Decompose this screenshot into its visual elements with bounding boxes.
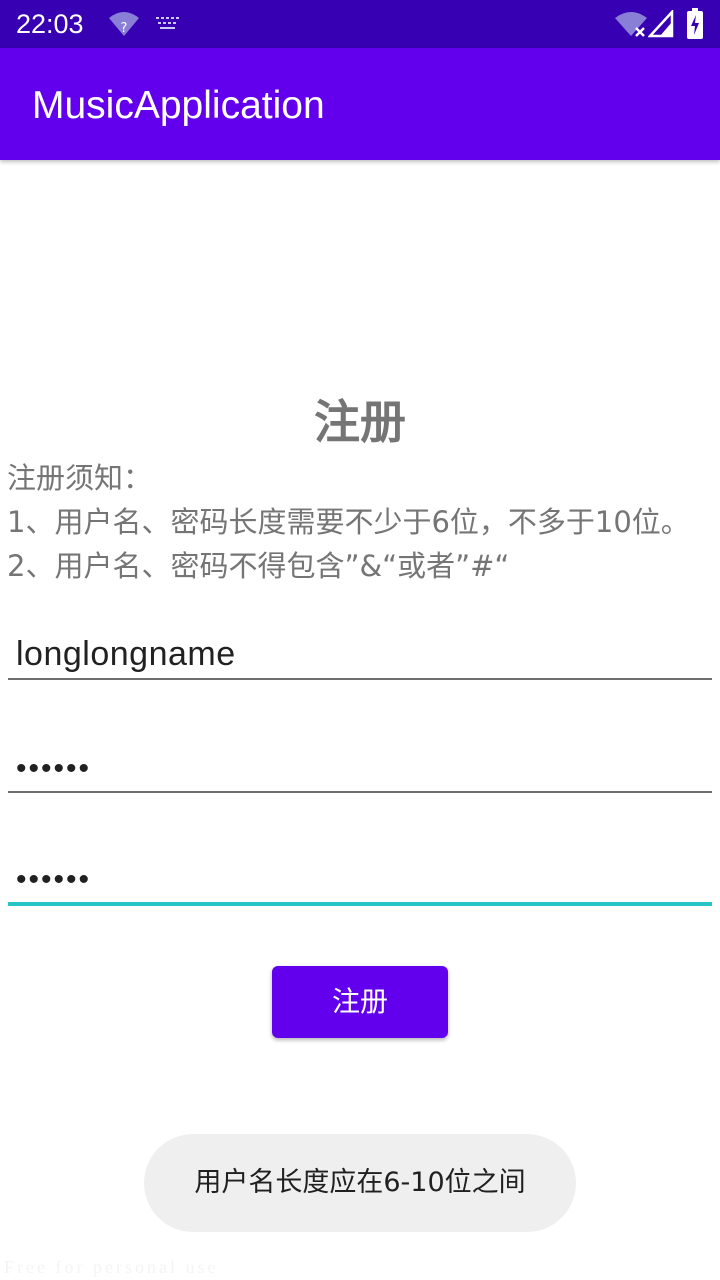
app-title: MusicApplication xyxy=(32,84,325,127)
username-field[interactable]: longlongname xyxy=(8,620,712,680)
svg-text:?: ? xyxy=(121,21,128,36)
watermark: Free for personal use xyxy=(4,1257,219,1277)
page-title: 注册 xyxy=(314,395,406,449)
notice-line-2: 2、用户名、密码不得包含”&“或者”#“ xyxy=(7,549,510,583)
notice-heading: 注册须知： xyxy=(7,461,153,495)
username-value: longlongname xyxy=(16,635,236,673)
confirm-password-field[interactable]: •••••• xyxy=(8,846,712,906)
registration-notice: 注册须知： 1、用户名、密码长度需要不少于6位，不多于10位。 2、用户名、密码… xyxy=(7,456,717,588)
notice-line-1: 1、用户名、密码长度需要不少于6位，不多于10位。 xyxy=(7,505,690,539)
wifi-unknown-icon: ? xyxy=(108,10,140,42)
toast-message: 用户名长度应在6-10位之间 xyxy=(144,1134,576,1232)
signal-icon xyxy=(647,8,674,42)
confirm-password-value: •••••• xyxy=(16,863,92,896)
register-button[interactable]: 注册 xyxy=(272,966,448,1038)
status-bar: 22:03 ? xyxy=(0,0,720,48)
status-time: 22:03 xyxy=(16,9,84,39)
app-bar: MusicApplication xyxy=(0,48,720,160)
battery-charging-icon xyxy=(686,8,704,44)
password-value: •••••• xyxy=(16,752,92,785)
password-field[interactable]: •••••• xyxy=(8,733,712,793)
keyboard-icon xyxy=(155,14,181,36)
wifi-off-icon xyxy=(614,10,648,42)
